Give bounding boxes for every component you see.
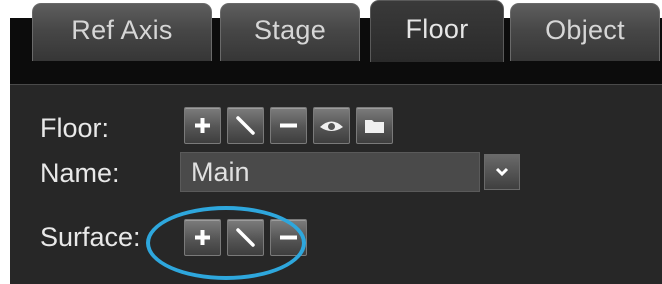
surface-edit-button[interactable] <box>227 219 264 256</box>
edit-icon <box>236 228 255 247</box>
surface-add-button[interactable] <box>184 219 221 256</box>
tab-floor[interactable]: Floor <box>370 0 504 62</box>
floor-view-button[interactable] <box>313 107 350 144</box>
floor-label: Floor: <box>40 113 110 143</box>
tab-ref-axis[interactable]: Ref Axis <box>32 3 212 61</box>
surface-remove-button[interactable] <box>270 219 307 256</box>
add-icon <box>195 230 210 245</box>
tab-ref-axis-label: Ref Axis <box>71 15 173 45</box>
remove-icon <box>280 235 297 240</box>
tab-object[interactable]: Object <box>510 3 660 61</box>
tab-stage[interactable]: Stage <box>220 3 360 61</box>
name-dropdown-button[interactable] <box>484 154 520 190</box>
tab-floor-label: Floor <box>405 14 469 44</box>
remove-icon <box>280 123 297 128</box>
floor-open-button[interactable] <box>356 107 393 144</box>
floor-remove-button[interactable] <box>270 107 307 144</box>
surface-label: Surface: <box>40 222 141 252</box>
name-label: Name: <box>40 158 120 188</box>
folder-icon <box>365 120 384 133</box>
floor-edit-button[interactable] <box>227 107 264 144</box>
tab-stage-label: Stage <box>253 15 327 45</box>
eye-icon <box>320 121 343 131</box>
floor-add-button[interactable] <box>184 107 221 144</box>
tab-object-label: Object <box>545 15 625 45</box>
name-select-value: Main <box>191 157 250 187</box>
chevron-down-icon <box>495 167 509 177</box>
name-select[interactable]: Main <box>180 152 480 192</box>
add-icon <box>195 118 210 133</box>
edit-icon <box>236 116 255 135</box>
